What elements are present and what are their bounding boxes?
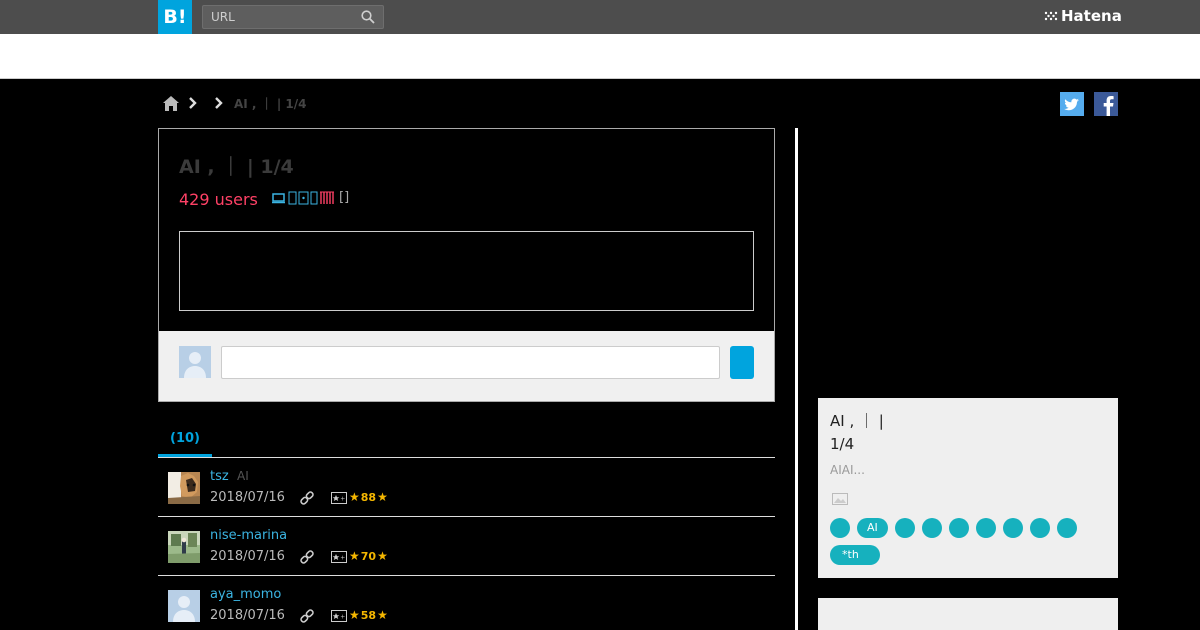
tag-chip[interactable] — [1002, 518, 1023, 538]
permalink-icon[interactable] — [300, 609, 314, 623]
bookmark-row: nise-marina 2018/07/16 + ★ 70 ★ — [158, 517, 775, 576]
bookmark-date[interactable]: 2018/07/16 — [210, 549, 285, 564]
star-count-value: 58 — [360, 608, 377, 622]
column-divider — [795, 128, 798, 630]
comment-input[interactable] — [221, 346, 720, 379]
user-avatar-placeholder-icon[interactable] — [168, 590, 200, 622]
entry-category-icons — [271, 191, 335, 205]
bookmark-row: aya_momo 2018/07/16 + ★ 58 ★ — [158, 576, 775, 630]
tag-chip[interactable] — [1029, 518, 1050, 538]
tag-chip[interactable] — [894, 518, 915, 538]
sidebar-entry-description: AIAI... — [830, 463, 865, 477]
permalink-icon[interactable] — [300, 550, 314, 564]
entry-meta-bracket: [] — [339, 190, 350, 205]
star-count-value: 88 — [360, 490, 377, 504]
bookmark-users-count[interactable]: 429 users — [179, 190, 258, 209]
broken-image-icon — [832, 493, 848, 505]
star-count-value: 70 — [360, 549, 377, 563]
sidebar-title-line: AI , ｜ | — [830, 412, 884, 430]
chevron-right-icon — [215, 97, 223, 109]
reader-icon[interactable] — [310, 191, 318, 205]
breadcrumb: AI , ｜ | 1/4 — [162, 93, 307, 113]
star-count[interactable]: ★ 88 ★ — [349, 490, 388, 504]
search-icon[interactable] — [361, 10, 375, 24]
star-icon: ★ — [349, 490, 360, 504]
entry-content-box — [179, 231, 754, 311]
comment-submit-button[interactable] — [730, 346, 754, 379]
star-icon: ★ — [349, 608, 360, 622]
search-input[interactable] — [203, 6, 353, 28]
twitter-share-icon[interactable] — [1060, 92, 1084, 116]
bookmark-date[interactable]: 2018/07/16 — [210, 608, 285, 623]
home-icon[interactable] — [162, 95, 180, 112]
tablet-icon[interactable] — [298, 191, 309, 205]
add-star-icon[interactable]: + — [331, 610, 347, 622]
tag-chip[interactable]: AI — [857, 518, 888, 538]
user-avatar[interactable] — [168, 531, 200, 563]
star-icon: ★ — [377, 608, 388, 622]
tag-chip[interactable] — [948, 518, 969, 538]
breadcrumb-current: AI , ｜ | 1/4 — [234, 96, 307, 111]
star-icon: ★ — [377, 549, 388, 563]
tab-bookmarks[interactable]: (10) — [158, 424, 212, 457]
add-star-icon[interactable]: + — [331, 551, 347, 563]
bookmark-tag[interactable]: AI — [237, 469, 249, 483]
tag-chip[interactable] — [1056, 518, 1077, 538]
tag-chip[interactable] — [921, 518, 942, 538]
sidebar-tag-list: AI *th — [830, 518, 1110, 565]
bookmark-row: tsz AI 2018/07/16 + ★ 88 ★ — [158, 458, 775, 517]
hatena-brand[interactable]: Hatena — [1044, 7, 1122, 25]
permalink-icon[interactable] — [300, 491, 314, 505]
entry-card: AI , ｜ | 1/4 429 users [] — [158, 128, 775, 402]
sidebar-card — [818, 598, 1118, 630]
brand-label: Hatena — [1061, 7, 1122, 25]
svg-text:+: + — [340, 496, 345, 503]
hatena-icon — [1044, 11, 1058, 21]
barcode-icon[interactable] — [319, 191, 335, 205]
tag-chip[interactable] — [830, 518, 850, 538]
chevron-right-icon — [189, 97, 197, 109]
entry-title[interactable]: AI , ｜ | 1/4 — [179, 152, 294, 179]
svg-text:+: + — [340, 555, 345, 562]
star-icon: ★ — [349, 549, 360, 563]
tag-chip[interactable] — [975, 518, 996, 538]
bookmark-username[interactable]: tsz — [210, 469, 229, 484]
phone-icon[interactable] — [288, 191, 297, 205]
bookmark-date[interactable]: 2018/07/16 — [210, 490, 285, 505]
top-bar: B! Hatena — [0, 0, 1200, 34]
facebook-share-icon[interactable] — [1094, 92, 1118, 116]
user-avatar[interactable] — [168, 472, 200, 504]
ad-banner-area — [0, 34, 1200, 79]
star-count[interactable]: ★ 70 ★ — [349, 549, 388, 563]
svg-text:+: + — [340, 614, 345, 621]
star-icon: ★ — [377, 490, 388, 504]
bookmark-username[interactable]: aya_momo — [210, 587, 281, 602]
user-avatar-placeholder-icon — [179, 346, 211, 378]
hatena-bookmark-logo[interactable]: B! — [158, 0, 192, 34]
add-star-icon[interactable]: + — [331, 492, 347, 504]
search-box — [202, 5, 384, 29]
comment-form — [159, 331, 774, 401]
computer-icon[interactable] — [271, 191, 287, 205]
sidebar-entry-card[interactable]: AI , ｜ | 1/4 AIAI... AI *th — [818, 398, 1118, 578]
sidebar-entry-title[interactable]: AI , ｜ | 1/4 — [830, 410, 1100, 456]
sidebar-title-line: 1/4 — [830, 435, 855, 453]
tag-chip[interactable]: *th — [830, 545, 880, 565]
bookmark-username[interactable]: nise-marina — [210, 528, 287, 543]
star-count[interactable]: ★ 58 ★ — [349, 608, 388, 622]
